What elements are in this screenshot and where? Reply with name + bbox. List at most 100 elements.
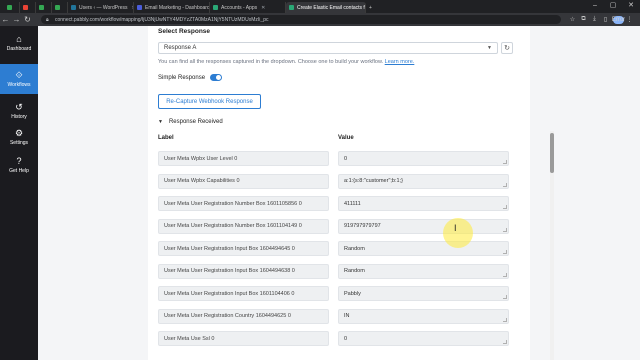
url-field[interactable]: 🔒︎ connect.pabbly.com/workflow/mapping/I… [41,15,561,24]
row-value-field[interactable]: 0 [338,151,509,166]
new-tab-icon[interactable]: + [366,2,375,13]
history-icon: ↺ [15,102,23,112]
sidebar-item-dashboard[interactable]: ⌂ Dashboard [0,28,38,58]
row-value-field[interactable]: IN [338,308,509,324]
url-text: connect.pabbly.com/workflow/mapping/IjU3… [55,16,269,23]
browser-tab[interactable] [4,2,20,13]
browser-tab[interactable]: Users ‹ — WordPress✕ [68,2,134,13]
response-panel: Select Response Response A ▼ ↻ You can f… [148,26,530,360]
sidebar-item-get-help[interactable]: ? Get Help [0,150,38,180]
tab-close-icon[interactable]: ✕ [261,5,265,11]
browser-tab[interactable] [20,2,36,13]
sidebar-item-label: History [11,114,27,120]
response-select[interactable]: Response A ▼ [158,42,498,54]
left-gutter [38,26,148,360]
scrollbar-thumb[interactable] [550,133,554,173]
profile-button[interactable]: Error [612,15,625,24]
select-response-title: Select Response [158,28,211,35]
browser-tab-strip: Users ‹ — WordPress✕Email Marketing - Da… [0,0,640,13]
app-sidebar: ⌂ Dashboard ⟐ Workflows ↺ History ⚙ Settings? Ge… [0,26,38,360]
refresh-icon: ↻ [504,45,510,52]
row-value-field[interactable]: 411111 [338,196,509,211]
cursor-highlight [443,218,473,248]
address-bar: ← → ↻ 🔒︎ connect.pabbly.com/workflow/map… [0,13,640,26]
row-label-field: User Meta User Registration Number Box 1… [158,196,329,211]
help-text-body: You can find all the responses captured … [158,59,384,65]
sidebar-item-label: Dashboard [6,46,32,52]
sidebar-item-label: Workflows [7,82,31,88]
home-icon: ⌂ [16,34,22,44]
simple-response-row: Simple Response [158,74,223,81]
row-value-field[interactable]: a:1:{s:8:"customer";b:1;} [338,173,509,189]
tab-label: Create Elastic Email contacts fo [297,4,366,11]
chevron-down-icon: ▼ [487,45,492,51]
row-value-field[interactable]: 0 [338,331,509,346]
forward-icon[interactable]: → [11,15,22,24]
sidepanel-icon[interactable]: ▯ [600,16,611,23]
row-label-field: User Meta User Registration Number Box 1… [158,218,329,234]
row-label-field: User Meta User Registration Input Box 16… [158,286,329,301]
simple-response-label: Simple Response [158,74,206,81]
downloads-icon[interactable]: ⤓ [589,16,600,23]
response-row: User Meta User Registration Input Box 16… [158,286,518,301]
text-cursor-icon: I [454,223,457,233]
tab-favicon-icon [39,5,44,10]
response-select-value: Response A [164,45,197,51]
row-label-field: User Meta Wpbx Capabilities 0 [158,173,329,189]
reload-icon[interactable]: ↻ [22,15,33,24]
response-row: User Meta User Registration Country 1604… [158,308,518,324]
browser-tab[interactable] [52,2,68,13]
tab-favicon-icon [7,5,12,10]
sidebar-item-settings[interactable]: ⚙ Settings [0,122,38,152]
response-received-toggle[interactable]: ▼ Response Received [158,119,223,125]
tab-favicon-icon [23,5,28,10]
tab-favicon-icon [213,5,218,10]
row-value-field[interactable]: Random [338,241,509,256]
browser-tab[interactable]: Accounts - Apps ✕ [210,2,286,13]
row-label-field: User Meta User Registration Input Box 16… [158,241,329,256]
tab-favicon-icon [55,5,60,10]
main-area: Select Response Response A ▼ ↻ You can f… [38,26,640,360]
tab-favicon-icon [71,5,76,10]
close-icon[interactable]: ✕ [622,0,640,13]
response-row: User Meta Wpbx User Level 0 0 [158,151,518,166]
browser-tab[interactable]: Email Marketing - Dashboard✕ [134,2,210,13]
recapture-webhook-button[interactable]: Re-Capture Webhook Response [158,94,261,109]
label-column-header: Label [158,135,174,141]
back-icon[interactable]: ← [0,15,11,24]
tab-label: Accounts - Apps [221,4,258,11]
browser-tab[interactable] [36,2,52,13]
row-value-field[interactable]: Random [338,263,509,279]
help-icon: ? [16,156,22,166]
workflow-icon: ⟐ [15,70,23,80]
gear-icon: ⚙ [14,128,24,138]
response-received-label: Response Received [168,119,223,125]
response-row: User Meta User Registration Input Box 16… [158,263,518,279]
chevron-down-icon: ▼ [158,119,163,125]
row-label-field: User Meta User Registration Country 1604… [158,308,329,324]
sidebar-item-label: Settings [9,140,29,146]
learn-more-link[interactable]: Learn more. [385,59,415,65]
menu-icon[interactable]: ⋮ [624,16,635,23]
sidebar-item-workflows[interactable]: ⟐ Workflows [0,64,38,94]
sidebar-item-label: Get Help [9,168,29,174]
response-row: User Meta Wpbx Capabilities 0 a:1:{s:8:"c… [158,173,518,189]
row-label-field: User Meta Use Ssl 0 [158,331,329,346]
tab-favicon-icon [137,5,142,10]
help-text: You can find all the responses captured … [158,59,414,65]
tab-label: Email Marketing - Dashboard [145,4,210,11]
browser-tab[interactable]: Create Elastic Email contacts fo✕ [286,2,366,13]
maximize-icon[interactable]: ▢ [604,0,622,13]
lock-icon: 🔒︎ [46,17,49,23]
window-controls: – ▢ ✕ [586,0,640,13]
row-label-field: User Meta Wpbx User Level 0 [158,151,329,166]
minimize-icon[interactable]: – [586,0,604,13]
row-value-field[interactable]: Pabbly [338,286,509,301]
simple-response-toggle[interactable] [210,74,223,81]
bookmark-star-icon[interactable]: ☆ [567,16,578,23]
row-value-field[interactable]: 919797979797 [338,218,509,234]
response-row: User Meta Use Ssl 0 0 [158,331,518,346]
extensions-icon[interactable]: ⧉ [578,16,589,23]
refresh-button[interactable]: ↻ [501,42,513,54]
right-gutter [530,26,640,360]
